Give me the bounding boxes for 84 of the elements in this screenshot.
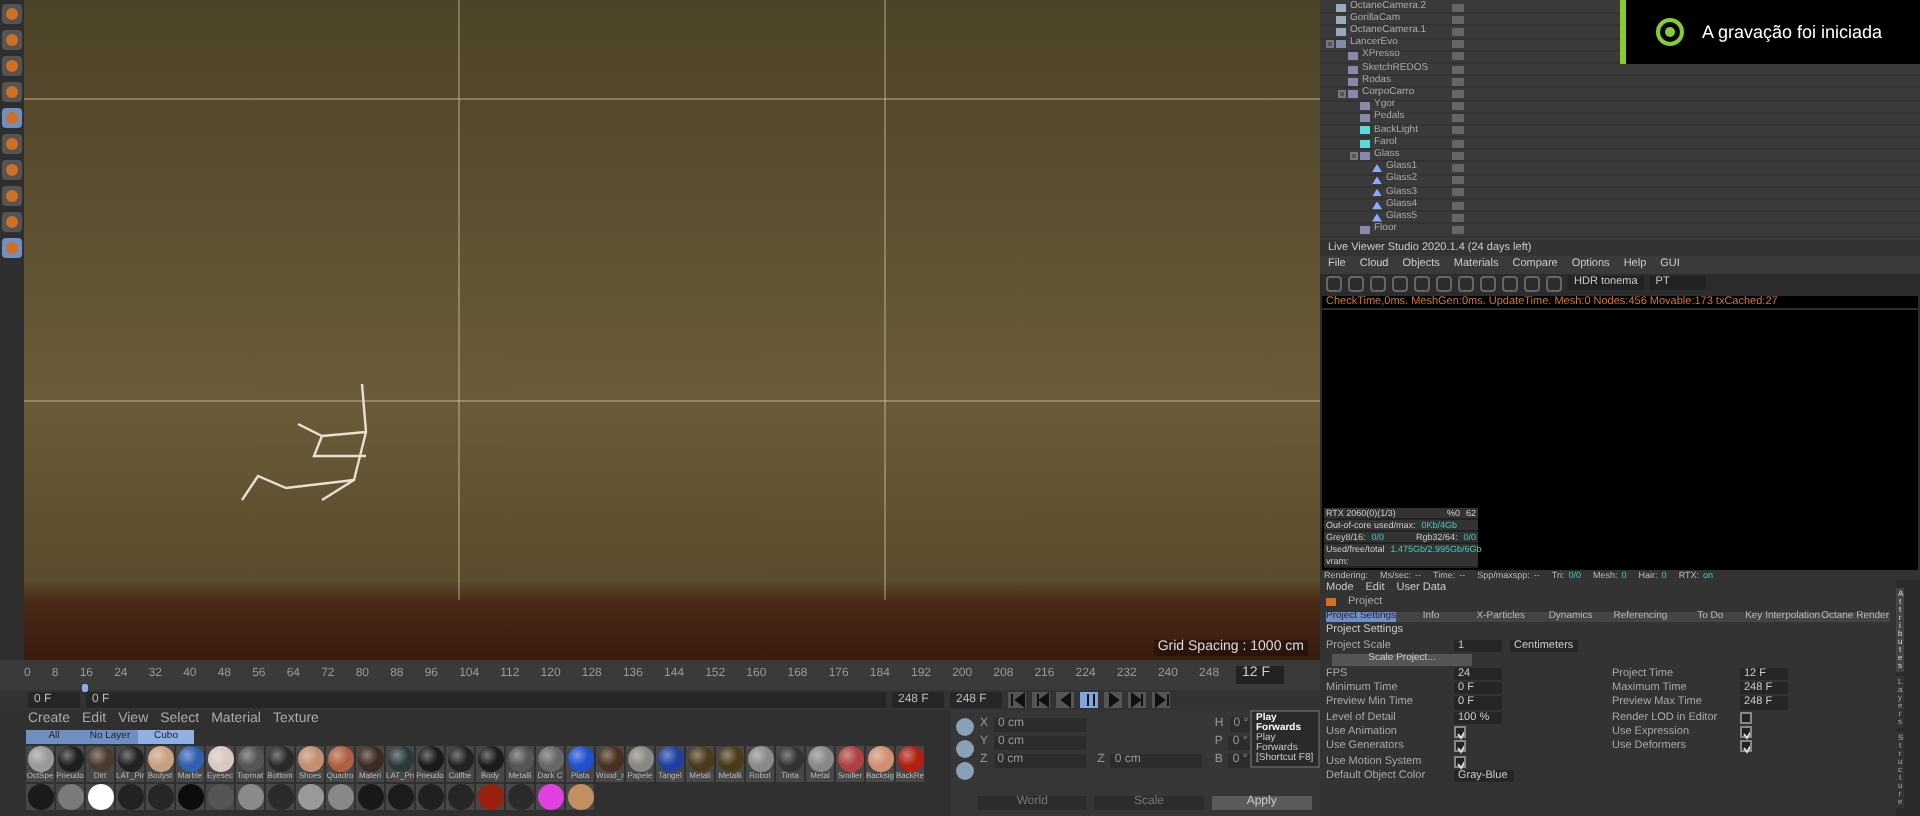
material-swatch[interactable] xyxy=(297,746,323,773)
material-swatch[interactable] xyxy=(117,783,143,810)
material-swatch[interactable] xyxy=(477,783,503,810)
material-swatch[interactable] xyxy=(567,783,593,810)
tool-icon[interactable] xyxy=(2,108,22,128)
checkbox[interactable] xyxy=(1740,740,1752,753)
material-swatch[interactable] xyxy=(687,746,713,773)
prev-key-button[interactable] xyxy=(1032,692,1050,708)
material-swatch[interactable] xyxy=(117,746,143,773)
material-swatch[interactable] xyxy=(87,746,113,773)
tool-icon[interactable] xyxy=(2,134,22,154)
material-swatch[interactable] xyxy=(267,746,293,773)
material-swatch[interactable] xyxy=(237,746,263,773)
material-swatch[interactable] xyxy=(597,746,623,773)
material-swatch[interactable] xyxy=(267,783,293,810)
expand-toggle-icon[interactable] xyxy=(1350,151,1358,160)
material-swatch[interactable] xyxy=(417,746,443,773)
checkbox[interactable] xyxy=(1740,726,1752,739)
next-key-button[interactable] xyxy=(1128,692,1146,708)
material-swatch[interactable] xyxy=(717,746,743,773)
material-swatch[interactable] xyxy=(27,783,53,810)
light-icon xyxy=(1360,139,1370,148)
material-swatch[interactable] xyxy=(147,746,173,773)
material-swatch[interactable] xyxy=(327,746,353,773)
material-swatch[interactable] xyxy=(87,783,113,810)
tool-icon[interactable] xyxy=(2,238,22,258)
material-swatch[interactable] xyxy=(177,783,203,810)
material-swatch[interactable] xyxy=(507,746,533,773)
material-swatch[interactable] xyxy=(327,783,353,810)
checkbox[interactable] xyxy=(1454,726,1466,739)
tool-icon[interactable] xyxy=(2,160,22,180)
material-swatch[interactable] xyxy=(207,783,233,810)
material-swatch[interactable] xyxy=(867,746,893,773)
material-swatch[interactable] xyxy=(537,746,563,773)
material-swatch[interactable] xyxy=(447,783,473,810)
light-icon xyxy=(1360,126,1370,135)
checkbox[interactable] xyxy=(1454,740,1466,753)
material-swatch[interactable] xyxy=(57,746,83,773)
material-swatch[interactable] xyxy=(177,746,203,773)
playhead[interactable] xyxy=(81,684,88,693)
checkbox[interactable] xyxy=(1740,711,1752,724)
material-swatch[interactable] xyxy=(657,746,683,773)
expand-toggle-icon[interactable] xyxy=(1326,40,1334,49)
material-swatch[interactable] xyxy=(27,746,53,773)
material-swatch[interactable] xyxy=(777,746,803,773)
notification-text: A gravação foi iniciada xyxy=(1702,21,1883,43)
object-icon xyxy=(1360,225,1370,234)
tool-icon[interactable] xyxy=(2,30,22,50)
material-swatch[interactable] xyxy=(387,783,413,810)
material-swatch[interactable] xyxy=(147,783,173,810)
material-swatch[interactable] xyxy=(837,746,863,773)
object-icon xyxy=(1360,151,1370,160)
material-swatch[interactable] xyxy=(207,746,233,773)
checkbox[interactable] xyxy=(1454,755,1466,768)
tool-icon[interactable] xyxy=(2,4,22,24)
material-swatch[interactable] xyxy=(357,783,383,810)
cube-icon[interactable] xyxy=(956,762,974,780)
material-swatch[interactable] xyxy=(357,746,383,773)
project-icon xyxy=(1326,598,1336,607)
tool-icon[interactable] xyxy=(2,212,22,232)
tool-icon[interactable] xyxy=(2,82,22,102)
first-button[interactable] xyxy=(1008,692,1026,708)
tool-icon[interactable] xyxy=(2,56,22,76)
material-swatch[interactable] xyxy=(57,783,83,810)
recording-icon xyxy=(1654,16,1686,48)
material-swatch[interactable] xyxy=(417,783,443,810)
material-swatch[interactable] xyxy=(297,783,323,810)
tool-icon[interactable] xyxy=(2,186,22,206)
material-swatch[interactable] xyxy=(477,746,503,773)
material-swatch[interactable] xyxy=(237,783,263,810)
material-swatch[interactable] xyxy=(897,746,923,773)
material-swatch[interactable] xyxy=(807,746,833,773)
material-swatch[interactable] xyxy=(567,746,593,773)
last-button[interactable] xyxy=(1152,692,1170,708)
material-swatch[interactable] xyxy=(627,746,653,773)
material-swatch[interactable] xyxy=(507,783,533,810)
expand-toggle-icon[interactable] xyxy=(1338,89,1346,98)
material-swatch[interactable] xyxy=(447,746,473,773)
play-button[interactable] xyxy=(1080,692,1098,708)
material-swatch[interactable] xyxy=(387,746,413,773)
forward-button[interactable] xyxy=(1104,692,1122,708)
back-button[interactable] xyxy=(1056,692,1074,708)
material-swatch[interactable] xyxy=(747,746,773,773)
material-swatch[interactable] xyxy=(537,783,563,810)
